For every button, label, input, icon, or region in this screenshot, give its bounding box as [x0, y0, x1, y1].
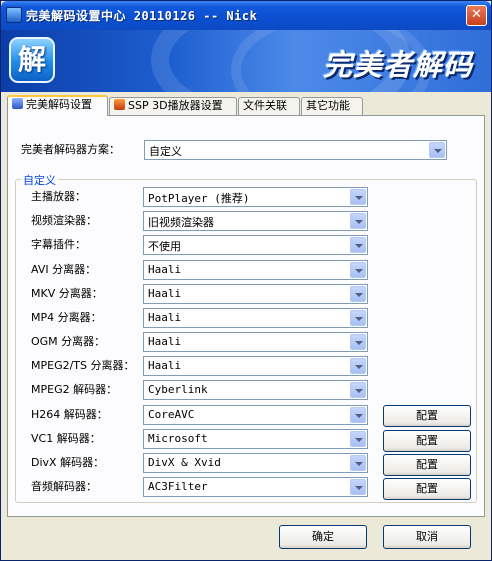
- chevron-down-icon[interactable]: [350, 382, 366, 398]
- mp4-splitter-select[interactable]: Haali: [143, 308, 368, 328]
- close-button[interactable]: ✕: [466, 5, 487, 26]
- tab-file-association[interactable]: 文件关联: [238, 97, 300, 115]
- mkv-splitter-select[interactable]: Haali: [143, 284, 368, 304]
- vc1-config-button[interactable]: 配置: [383, 430, 471, 452]
- scheme-select[interactable]: 自定义: [144, 140, 447, 160]
- select-value: Haali: [148, 263, 182, 276]
- chevron-down-icon[interactable]: [350, 237, 366, 253]
- scheme-label: 完美者解码器方案：: [21, 143, 120, 156]
- chevron-down-icon[interactable]: [350, 431, 366, 447]
- mp4-splitter-label: MP4 分离器：: [31, 311, 102, 324]
- subtitle-plugin-select[interactable]: 不使用: [143, 235, 368, 255]
- window-title: 完美解码设置中心 20110126 -- Nick: [26, 9, 258, 23]
- mpeg2ts-splitter-select[interactable]: Haali: [143, 356, 368, 376]
- chevron-down-icon[interactable]: [350, 286, 366, 302]
- chevron-down-icon[interactable]: [350, 455, 366, 471]
- divx-decoder-label: DivX 解码器：: [31, 456, 105, 469]
- video-renderer-select[interactable]: 旧视频渲染器: [143, 211, 368, 231]
- codec-settings-icon: [12, 98, 23, 109]
- h264-decoder-label: H264 解码器：: [31, 408, 108, 421]
- tab-label: 文件关联: [243, 99, 287, 112]
- chevron-down-icon[interactable]: [350, 213, 366, 229]
- ogm-splitter-label: OGM 分离器：: [31, 335, 106, 348]
- tab-label: SSP 3D播放器设置: [128, 99, 223, 112]
- scheme-value: 自定义: [149, 145, 182, 158]
- cancel-button[interactable]: 取消: [383, 525, 471, 549]
- audio-decoder-label: 音频解码器：: [31, 480, 97, 493]
- mpeg2-decoder-select[interactable]: Cyberlink: [143, 380, 368, 400]
- settings-window: 完美解码设置中心 20110126 -- Nick ✕ 解 完美者解码 完美解码…: [0, 0, 492, 561]
- select-value: 不使用: [148, 240, 181, 253]
- chevron-down-icon[interactable]: [350, 407, 366, 423]
- audio-decoder-select[interactable]: AC3Filter: [143, 477, 368, 497]
- mpeg2-decoder-label: MPEG2 解码器：: [31, 383, 118, 396]
- tab-ssp-3d-player[interactable]: SSP 3D播放器设置: [109, 97, 237, 115]
- select-value: DivX & Xvid: [148, 456, 221, 469]
- ogm-splitter-select[interactable]: Haali: [143, 332, 368, 352]
- header-banner: 解 完美者解码: [1, 30, 491, 92]
- chevron-down-icon[interactable]: [429, 142, 445, 158]
- select-value: Haali: [148, 335, 182, 348]
- main-player-label: 主播放器：: [31, 190, 86, 203]
- h264-decoder-select[interactable]: CoreAVC: [143, 405, 368, 425]
- select-value: Haali: [148, 311, 182, 324]
- tab-codec-settings[interactable]: 完美解码设置: [7, 95, 108, 116]
- vc1-decoder-label: VC1 解码器：: [31, 432, 101, 445]
- select-value: CoreAVC: [148, 408, 195, 421]
- main-player-select[interactable]: PotPlayer (推荐): [143, 187, 368, 207]
- select-value: Cyberlink: [148, 383, 208, 396]
- banner-title: 完美者解码: [323, 48, 474, 82]
- chevron-down-icon[interactable]: [350, 310, 366, 326]
- select-value: Haali: [148, 359, 182, 372]
- app-icon: [6, 7, 22, 23]
- group-title: 自定义: [21, 172, 58, 188]
- tab-label: 完美解码设置: [26, 98, 92, 111]
- audio-config-button[interactable]: 配置: [383, 478, 471, 500]
- tab-label: 其它功能: [306, 99, 350, 112]
- chevron-down-icon[interactable]: [350, 189, 366, 205]
- select-value: AC3Filter: [148, 480, 208, 493]
- subtitle-plugin-label: 字幕插件：: [31, 238, 86, 251]
- avi-splitter-select[interactable]: Haali: [143, 260, 368, 280]
- divx-decoder-select[interactable]: DivX & Xvid: [143, 453, 368, 473]
- chevron-down-icon[interactable]: [350, 262, 366, 278]
- select-value: 旧视频渲染器: [148, 216, 214, 229]
- vc1-decoder-select[interactable]: Microsoft: [143, 429, 368, 449]
- avi-splitter-label: AVI 分离器：: [31, 263, 97, 276]
- mpeg2ts-splitter-label: MPEG2/TS 分离器：: [31, 359, 135, 372]
- chevron-down-icon[interactable]: [350, 358, 366, 374]
- select-value: Microsoft: [148, 432, 208, 445]
- ok-button[interactable]: 确定: [279, 525, 367, 549]
- select-value: Haali: [148, 287, 182, 300]
- logo-icon: 解: [9, 37, 55, 83]
- h264-config-button[interactable]: 配置: [383, 405, 471, 427]
- select-value: PotPlayer (推荐): [148, 192, 250, 205]
- chevron-down-icon[interactable]: [350, 479, 366, 495]
- tab-other-features[interactable]: 其它功能: [301, 97, 363, 115]
- video-renderer-label: 视频渲染器：: [31, 214, 97, 227]
- divx-config-button[interactable]: 配置: [383, 454, 471, 476]
- title-bar[interactable]: 完美解码设置中心 20110126 -- Nick ✕: [1, 1, 491, 30]
- mkv-splitter-label: MKV 分离器：: [31, 287, 103, 300]
- ssp-player-icon: [114, 99, 125, 110]
- chevron-down-icon[interactable]: [350, 334, 366, 350]
